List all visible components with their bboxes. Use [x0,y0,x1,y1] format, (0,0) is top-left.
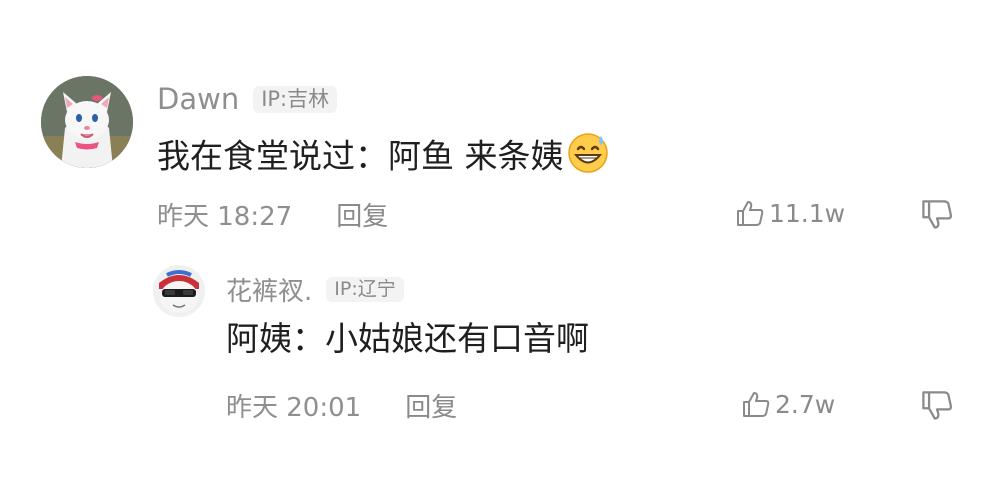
ip-location-badge: IP:吉林 [253,85,338,113]
like-button[interactable]: 2.7w [741,389,835,419]
comment-text-content: 阿姨：小姑娘还有口音啊 [226,319,589,358]
thumbs-down-icon [922,391,953,420]
like-count: 2.7w [775,389,836,419]
username[interactable]: Dawn [157,82,239,116]
dislike-button[interactable] [920,198,954,236]
comment-text: 阿姨：小姑娘还有口音啊 [226,316,589,362]
avatar[interactable] [153,265,205,317]
username[interactable]: 花裤衩. [226,271,312,308]
thumbs-up-icon [743,392,770,417]
cat-avatar-image [41,76,133,168]
thumbs-down-icon [922,200,953,229]
like-button[interactable]: 11.1w [735,198,845,228]
ip-location-badge: IP:辽宁 [326,277,404,302]
comment-meta: 昨天 18:27 回复 [157,196,388,233]
reply-button[interactable]: 回复 [405,387,457,424]
avatar[interactable] [41,76,133,168]
comment-text-content: 我在食堂说过：阿鱼 来条姨 [157,136,564,176]
dislike-button[interactable] [920,389,954,427]
sunglasses-avatar-image [153,265,205,317]
comment-meta: 昨天 20:01 回复 [226,387,457,424]
comment-header: 花裤衩. IP:辽宁 [226,271,404,308]
comment-header: Dawn IP:吉林 [157,82,338,116]
reply-button[interactable]: 回复 [336,196,388,233]
timestamp: 昨天 18:27 [157,202,293,232]
timestamp: 昨天 20:01 [226,393,362,423]
comment-text: 我在食堂说过：阿鱼 来条姨 [157,130,610,186]
grinning-sweat-emoji-icon [566,130,610,186]
thumbs-up-icon [737,201,764,226]
like-count: 11.1w [769,198,846,228]
